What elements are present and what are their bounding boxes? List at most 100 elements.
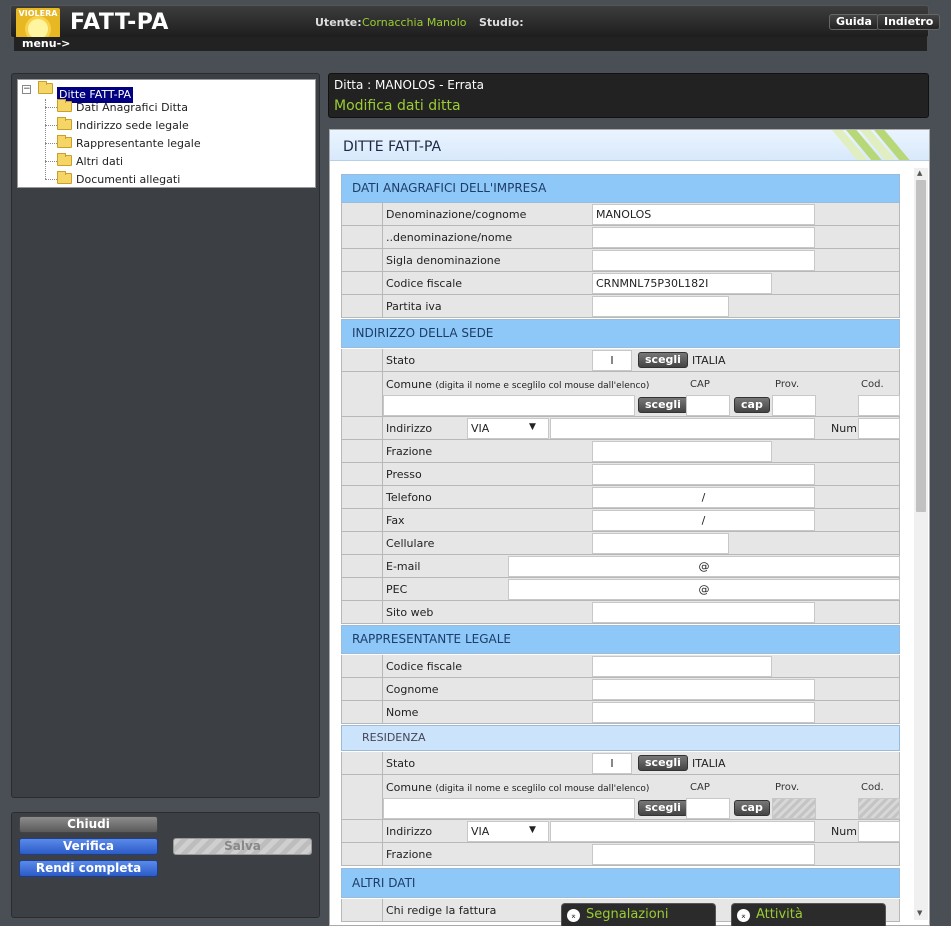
tree-item-label: Dati Anagrafici Ditta <box>76 101 188 114</box>
pec-input[interactable]: @ <box>508 579 900 600</box>
section-rappresentante: RAPPRESENTANTE LEGALE <box>341 625 900 654</box>
nome-input[interactable] <box>592 702 815 723</box>
denominazione-input[interactable]: MANOLOS <box>592 204 815 225</box>
form-row-res-indirizzo: Indirizzo VIA ▼ Num. <box>341 820 900 843</box>
form-scrollbar[interactable]: ▲ ▼ <box>914 168 928 920</box>
res-cap-input[interactable] <box>686 798 730 819</box>
fax-input[interactable]: / <box>592 510 815 531</box>
tree-connector <box>45 161 57 162</box>
form-row-denominazione2: ..denominazione/nome <box>341 226 900 249</box>
telefono-label: Telefono <box>386 491 432 504</box>
chevron-down-icon: ▼ <box>529 825 536 835</box>
tab-attivita-label: Attività <box>756 907 803 922</box>
tree-item-dati-anagrafici[interactable]: Dati Anagrafici Ditta <box>57 99 188 116</box>
num-input[interactable] <box>858 418 900 439</box>
folder-icon <box>57 171 72 184</box>
res-num-input[interactable] <box>858 821 900 842</box>
section-altri-dati: ALTRI DATI <box>341 868 900 898</box>
res-prov-input <box>772 798 816 819</box>
res-frazione-input[interactable] <box>592 844 815 865</box>
res-cod-input <box>858 798 900 819</box>
scroll-up-icon[interactable]: ▲ <box>917 169 922 177</box>
sito-web-input[interactable] <box>592 602 815 623</box>
partita-iva-input[interactable] <box>592 296 729 317</box>
scroll-thumb[interactable] <box>916 180 926 512</box>
form-row-comune-header: Comune (digita il nome e sceglilo col mo… <box>341 372 900 395</box>
form-row-partita-iva: Partita iva <box>341 295 900 318</box>
salva-button: Salva <box>173 838 312 855</box>
form-row-stato: Stato I scegli ITALIA <box>341 349 900 372</box>
form-header: DITTE FATT-PA <box>330 130 929 161</box>
navigation-panel: − Ditte FATT-PA Dati Anagrafici Ditta In… <box>11 73 320 798</box>
res-via-select[interactable]: VIA ▼ <box>467 821 549 842</box>
pec-label: PEC <box>386 583 408 596</box>
app-logo: VIOLERA <box>16 8 60 38</box>
tab-segnalazioni[interactable]: ⌅ Segnalazioni <box>561 903 716 926</box>
scroll-down-icon[interactable]: ▼ <box>917 909 922 917</box>
folder-icon <box>57 135 72 148</box>
cap-input[interactable] <box>686 395 730 416</box>
collapse-icon[interactable]: − <box>22 85 31 94</box>
form-row-nome: Nome <box>341 701 900 724</box>
chiudi-button[interactable]: Chiudi <box>19 816 158 833</box>
tree-item-documenti[interactable]: Documenti allegati <box>57 171 180 188</box>
rapp-codice-fiscale-input[interactable] <box>592 656 772 677</box>
verifica-button[interactable]: Verifica <box>19 838 158 855</box>
tree-item-label: Rappresentante legale <box>76 137 201 150</box>
cognome-input[interactable] <box>592 679 815 700</box>
res-num-label: Num. <box>831 825 861 838</box>
codice-fiscale-label: Codice fiscale <box>386 277 463 290</box>
guida-button[interactable]: Guida <box>829 14 879 30</box>
cellulare-input[interactable] <box>592 533 729 554</box>
stato-code-input[interactable]: I <box>592 350 632 371</box>
cod-input[interactable] <box>858 395 900 416</box>
tree-item-altri-dati[interactable]: Altri dati <box>57 153 123 170</box>
tab-segnalazioni-label: Segnalazioni <box>586 907 669 922</box>
denominazione2-input[interactable] <box>592 227 815 248</box>
res-stato-code-input[interactable]: I <box>592 753 632 774</box>
comune-input[interactable] <box>383 395 635 416</box>
res-cap-button[interactable]: cap <box>734 800 770 816</box>
codice-fiscale-input[interactable]: CRNMNL75P30L182I <box>592 273 772 294</box>
nome-label: Nome <box>386 706 419 719</box>
res-scegli-stato-button[interactable]: scegli <box>638 755 688 771</box>
scegli-stato-button[interactable]: scegli <box>638 352 688 368</box>
indietro-button[interactable]: Indietro <box>877 14 941 30</box>
tree-connector <box>45 143 57 144</box>
res-scegli-comune-button[interactable]: scegli <box>638 800 688 816</box>
stato-label: Stato <box>386 354 416 367</box>
indirizzo-input[interactable] <box>550 418 815 439</box>
email-input[interactable]: @ <box>508 556 900 577</box>
tree-view: − Ditte FATT-PA Dati Anagrafici Ditta In… <box>17 79 316 188</box>
comune-label-text: Comune <box>386 378 432 391</box>
form-row-sito-web: Sito web <box>341 601 900 624</box>
form-title: DITTE FATT-PA <box>343 139 442 155</box>
telefono-input[interactable]: / <box>592 487 815 508</box>
res-frazione-label: Frazione <box>386 848 433 861</box>
menu-toggle[interactable]: menu-> <box>14 37 927 51</box>
res-indirizzo-input[interactable] <box>550 821 815 842</box>
presso-input[interactable] <box>592 464 815 485</box>
tree-item-indirizzo-sede[interactable]: Indirizzo sede legale <box>57 117 189 134</box>
tree-item-rappresentante[interactable]: Rappresentante legale <box>57 135 201 152</box>
via-select[interactable]: VIA ▼ <box>467 418 549 439</box>
form-row-cellulare: Cellulare <box>341 532 900 555</box>
rapp-codice-fiscale-label: Codice fiscale <box>386 660 463 673</box>
tab-attivita[interactable]: ⌅ Attività <box>731 903 886 926</box>
res-via-value: VIA <box>471 825 490 838</box>
res-comune-input[interactable] <box>383 798 635 819</box>
sigla-input[interactable] <box>592 250 815 271</box>
chi-redige-label: Chi redige la fattura <box>386 904 497 917</box>
cap-button[interactable]: cap <box>734 397 770 413</box>
top-bar: VIOLERA FATT-PA Utente: Cornacchia Manol… <box>10 5 941 38</box>
res-cap-header: CAP <box>690 782 710 793</box>
rendi-completa-button[interactable]: Rendi completa <box>19 860 158 877</box>
res-comune-label-text: Comune <box>386 781 432 794</box>
page-subtitle: Modifica dati ditta <box>334 98 461 114</box>
form-row-fax: Fax / <box>341 509 900 532</box>
prov-input[interactable] <box>772 395 816 416</box>
tree-item-root[interactable]: Ditte FATT-PA <box>38 81 134 103</box>
frazione-input[interactable] <box>592 441 772 462</box>
cognome-label: Cognome <box>386 683 439 696</box>
scegli-comune-button[interactable]: scegli <box>638 397 688 413</box>
